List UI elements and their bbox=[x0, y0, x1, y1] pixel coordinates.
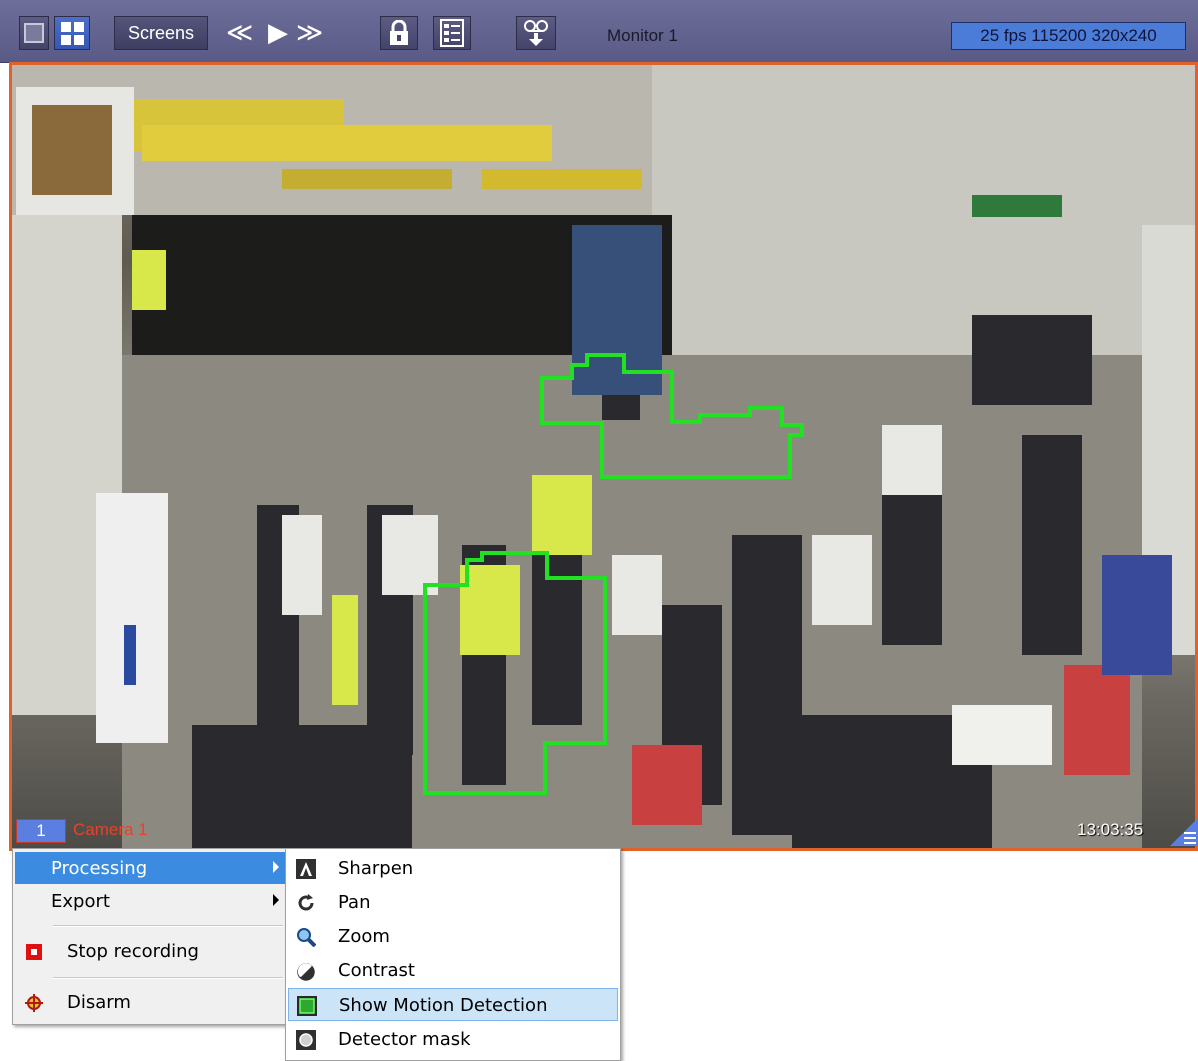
processing-submenu: Sharpen Pan Zoom Contrast Show Motion De… bbox=[285, 848, 621, 1061]
submenu-item-sharpen[interactable]: Sharpen bbox=[288, 852, 618, 885]
menu-item-stop-recording[interactable]: Stop recording bbox=[15, 935, 285, 967]
submenu-item-detector-mask[interactable]: Detector mask bbox=[288, 1023, 618, 1056]
menu-item-processing[interactable]: Processing bbox=[15, 852, 285, 884]
next-screen-button[interactable]: ≫ bbox=[296, 20, 323, 46]
submenu-item-label: Contrast bbox=[338, 960, 415, 981]
play-button[interactable]: ▶ bbox=[268, 20, 288, 46]
stream-info-badge: 25 fps 115200 320x240 bbox=[951, 22, 1186, 50]
grid-view-button[interactable] bbox=[54, 16, 90, 50]
submenu-arrow-icon bbox=[273, 894, 279, 906]
menu-item-label: Stop recording bbox=[67, 941, 199, 962]
single-view-button[interactable] bbox=[19, 16, 49, 50]
stop-record-icon bbox=[26, 944, 42, 960]
list-icon bbox=[440, 19, 464, 47]
sharpen-icon bbox=[296, 859, 316, 879]
zoom-icon bbox=[297, 928, 316, 947]
lock-button[interactable] bbox=[380, 16, 418, 50]
archive-button[interactable] bbox=[516, 16, 556, 50]
camera-list-button[interactable] bbox=[433, 16, 471, 50]
disarm-icon bbox=[25, 994, 43, 1012]
single-layout-icon bbox=[24, 23, 44, 43]
menu-item-label: Disarm bbox=[67, 992, 131, 1013]
submenu-item-label: Sharpen bbox=[338, 858, 414, 879]
monitor-title: Monitor 1 bbox=[607, 26, 678, 45]
menu-separator bbox=[53, 977, 283, 979]
camera-menu-button[interactable] bbox=[1170, 818, 1198, 846]
camera-name-label: Camera 1 bbox=[73, 820, 148, 839]
submenu-item-contrast[interactable]: Contrast bbox=[288, 954, 618, 987]
submenu-item-label: Show Motion Detection bbox=[339, 995, 548, 1016]
menu-item-label: Processing bbox=[51, 858, 148, 879]
submenu-item-pan[interactable]: Pan bbox=[288, 886, 618, 919]
video-feed-image bbox=[12, 65, 1195, 850]
camera-context-menu: Processing Export Stop recording Disarm bbox=[12, 848, 288, 1025]
camera-video-frame[interactable] bbox=[9, 62, 1198, 850]
video-timestamp: 13:03:35 bbox=[1077, 820, 1144, 839]
hamburger-menu-icon bbox=[1170, 818, 1198, 846]
menu-item-disarm[interactable]: Disarm bbox=[15, 986, 285, 1018]
submenu-item-show-motion-detection[interactable]: Show Motion Detection bbox=[288, 988, 618, 1021]
pan-icon bbox=[298, 894, 314, 911]
contrast-icon bbox=[297, 963, 315, 981]
submenu-item-label: Pan bbox=[338, 892, 371, 913]
toolbar: Screens ≪ ▶ ≫ Monitor 1 25 fps 115200 32… bbox=[0, 0, 1198, 63]
submenu-arrow-icon bbox=[273, 861, 279, 873]
menu-item-export[interactable]: Export bbox=[15, 885, 285, 917]
tape-download-icon bbox=[524, 20, 548, 46]
previous-screen-button[interactable]: ≪ bbox=[226, 20, 253, 46]
submenu-item-label: Zoom bbox=[338, 926, 390, 947]
camera-number-badge[interactable]: 1 bbox=[16, 819, 66, 843]
menu-separator bbox=[53, 925, 283, 927]
lock-icon bbox=[390, 20, 408, 45]
grid-layout-icon bbox=[60, 21, 84, 45]
submenu-item-label: Detector mask bbox=[338, 1029, 471, 1050]
detector-mask-icon bbox=[296, 1030, 316, 1050]
screens-button[interactable]: Screens bbox=[114, 16, 208, 50]
submenu-item-zoom[interactable]: Zoom bbox=[288, 920, 618, 953]
menu-item-label: Export bbox=[51, 891, 110, 912]
motion-detection-icon bbox=[297, 996, 317, 1016]
